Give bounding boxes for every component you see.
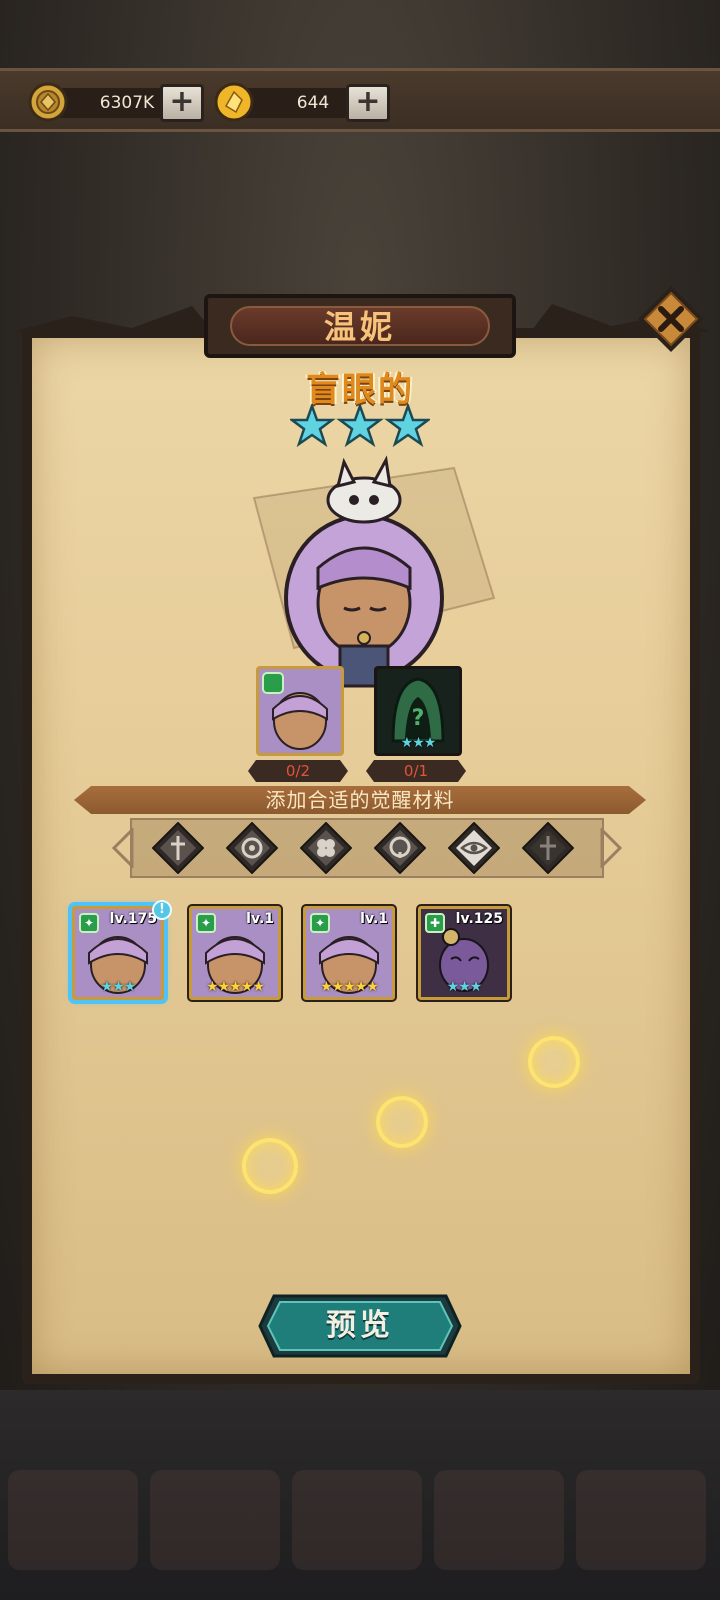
filter-gear-icon[interactable] xyxy=(226,822,278,874)
gold-resource: 6307K + xyxy=(28,82,206,122)
filter-skull-icon[interactable] xyxy=(374,822,426,874)
preview-button[interactable]: 预览 xyxy=(258,1294,462,1358)
hero-level: lv.175 xyxy=(109,911,157,927)
bottom-tab-1 xyxy=(8,1470,138,1570)
material-count-2: 0/1 xyxy=(366,760,466,782)
faction-badge-icon: ✦ xyxy=(196,913,216,933)
material-count-1: 0/2 xyxy=(248,760,348,782)
material-slot-unknown-hero[interactable]: ? ★★★ xyxy=(374,666,462,756)
chevron-right-icon[interactable] xyxy=(600,828,624,868)
close-button[interactable] xyxy=(636,284,706,354)
mystery-hero-stars: ★★★ xyxy=(400,735,437,751)
title-plate: 温妮 xyxy=(204,294,516,358)
hero-portrait xyxy=(252,455,496,688)
hero-card-3[interactable]: ✦ lv.1 ★★★★★ xyxy=(303,906,395,1000)
alert-badge: ! xyxy=(152,900,172,920)
glowing-orb xyxy=(242,1138,298,1194)
bottom-tab-3 xyxy=(292,1470,422,1570)
filter-clover-icon[interactable] xyxy=(300,822,352,874)
add-gold-button[interactable]: + xyxy=(160,84,204,122)
hero-star-rating xyxy=(290,404,430,448)
hero-card-1[interactable]: ✦ lv.175 ★★★ xyxy=(72,906,164,1000)
hero-level: lv.1 xyxy=(246,911,274,927)
hero-stars: ★★★★★ xyxy=(320,979,379,995)
hero-level: lv.125 xyxy=(455,911,503,927)
hero-stars: ★★★ xyxy=(100,979,137,995)
bottom-tab-2 xyxy=(150,1470,280,1570)
chevron-left-icon[interactable] xyxy=(110,828,134,868)
faction-plus-badge-icon: ✚ xyxy=(425,913,445,933)
faction-badge-icon: ✦ xyxy=(310,913,330,933)
hero-card-4[interactable]: ✚ lv.125 ★★★ xyxy=(418,906,510,1000)
hero-card-2[interactable]: ✦ lv.1 ★★★★★ xyxy=(189,906,281,1000)
glowing-orb xyxy=(528,1036,580,1088)
hero-stars: ★★★★★ xyxy=(206,979,265,995)
hero-name: 温妮 xyxy=(230,306,490,346)
filter-cross-icon[interactable] xyxy=(522,822,574,874)
awaken-material-banner: 添加合适的觉醒材料 xyxy=(74,786,646,814)
gold-coin-icon xyxy=(28,82,68,122)
star-icon xyxy=(336,404,384,448)
faction-badge-icon: ✦ xyxy=(79,913,99,933)
hero-thumbnail xyxy=(259,669,341,753)
material-slot-same-hero[interactable] xyxy=(256,666,344,756)
bottom-tab-4 xyxy=(434,1470,564,1570)
filter-eye-icon[interactable] xyxy=(448,822,500,874)
bottom-tab-5 xyxy=(576,1470,706,1570)
star-icon xyxy=(290,404,336,448)
svg-text:?: ? xyxy=(412,706,425,731)
gold-crystal-icon xyxy=(214,82,254,122)
glowing-orb xyxy=(376,1096,428,1148)
gem-resource: 644 + xyxy=(214,82,392,122)
star-icon xyxy=(384,404,430,448)
hero-level: lv.1 xyxy=(360,911,388,927)
hero-stars: ★★★ xyxy=(446,979,483,995)
add-gem-button[interactable]: + xyxy=(346,84,390,122)
filter-dagger-icon[interactable] xyxy=(152,822,204,874)
